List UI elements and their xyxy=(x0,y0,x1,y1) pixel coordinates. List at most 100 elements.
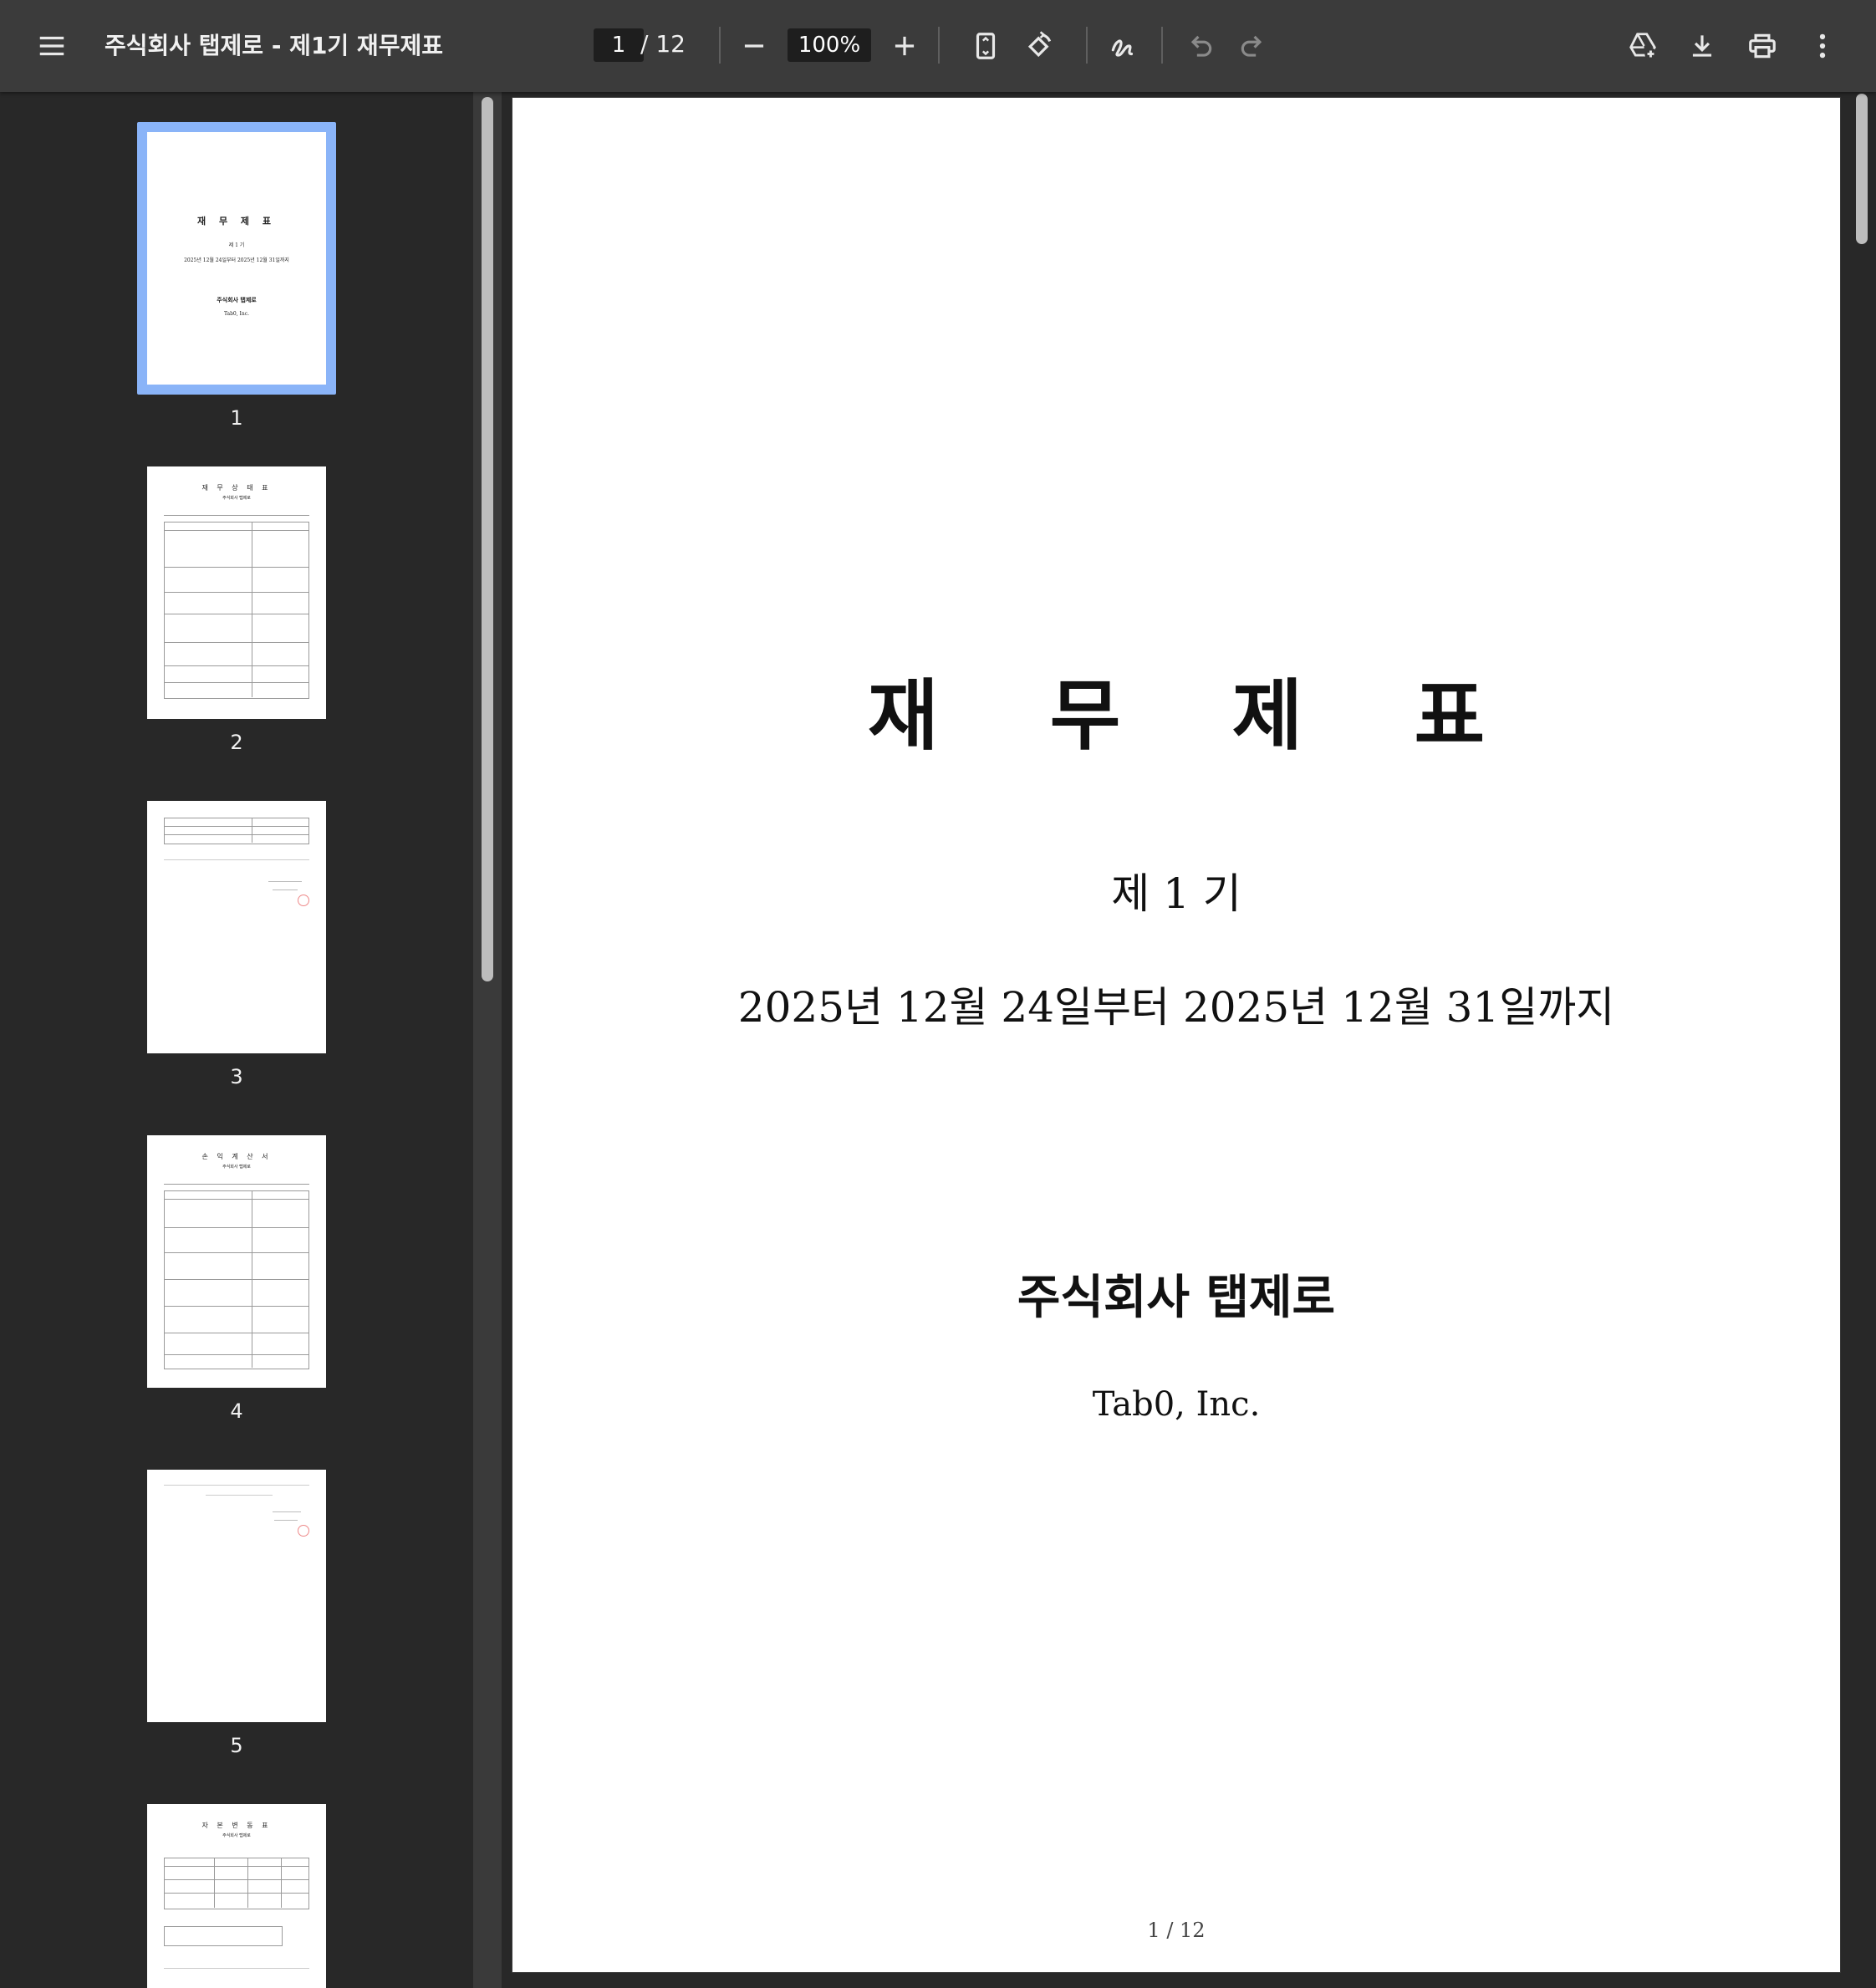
thumb-title: 재 무 상 태 표 xyxy=(201,484,272,492)
thumb-range: 2025년 12월 24일부터 2025년 12월 31일까지 xyxy=(184,257,289,263)
thumbnail-preview: 재 무 상 태 표 주식회사 탭제로 xyxy=(147,466,326,719)
redo-button[interactable] xyxy=(1226,19,1280,73)
download-button[interactable] xyxy=(1675,19,1729,73)
print-icon xyxy=(1749,33,1776,59)
thumb-rule xyxy=(214,1858,215,1908)
thumb-stamp xyxy=(298,895,309,906)
toolbar-divider xyxy=(1086,27,1088,64)
thumb-company: 주식회사 탭제로 xyxy=(222,1833,251,1838)
rotate-button[interactable] xyxy=(1012,19,1066,73)
more-options-button[interactable] xyxy=(1796,19,1849,73)
thumb-title: 손 익 계 산 서 xyxy=(201,1153,272,1160)
thumb-rule xyxy=(164,1968,309,1969)
thumb-table xyxy=(164,1926,283,1946)
add-to-drive-icon xyxy=(1629,33,1657,60)
thumb-rule xyxy=(164,567,309,568)
thumb-rule xyxy=(164,1252,309,1253)
thumbnail-number: 2 xyxy=(230,731,243,754)
print-button[interactable] xyxy=(1736,19,1789,73)
rotate-icon xyxy=(1027,31,1052,58)
sidebar-scrollbar[interactable] xyxy=(473,92,502,1988)
add-to-drive-button[interactable] xyxy=(1616,19,1670,73)
zoom-in-button[interactable] xyxy=(878,19,931,73)
menu-icon[interactable] xyxy=(25,19,79,73)
thumb-rule xyxy=(164,1227,309,1228)
thumbnail-page-2[interactable]: 재 무 상 태 표 주식회사 탭제로 2 xyxy=(147,466,326,754)
viewer-scrollbar[interactable] xyxy=(1848,92,1876,1988)
thumbnail-preview: 자 본 변 동 표 주식회사 탭제로 xyxy=(147,1804,326,1988)
page-total: / 12 xyxy=(640,30,686,58)
thumb-rule xyxy=(281,1858,282,1908)
thumb-rule xyxy=(247,1858,248,1908)
viewer-scroll-thumb[interactable] xyxy=(1856,94,1868,244)
thumbnail-preview xyxy=(147,801,326,1053)
thumbnail-number: 5 xyxy=(230,1734,243,1757)
thumb-table xyxy=(164,522,309,699)
pdf-toolbar: 주식회사 탭제로 - 제1기 재무제표 / 12 100% xyxy=(0,0,1876,92)
zoom-level[interactable]: 100% xyxy=(788,28,871,62)
pdf-page: 재 무 제 표 제 1 기 2025년 12월 24일부터 2025년 12월 … xyxy=(512,97,1841,1973)
download-icon xyxy=(1692,35,1712,57)
thumb-rule xyxy=(164,1199,309,1200)
thumb-rule xyxy=(164,859,309,860)
thumb-title: 자 본 변 동 표 xyxy=(201,1822,272,1829)
fit-page-button[interactable] xyxy=(959,19,1012,73)
thumb-rule xyxy=(164,1306,309,1307)
plus-icon xyxy=(895,36,915,56)
annotate-button[interactable] xyxy=(1097,19,1150,73)
thumb-rule xyxy=(164,826,309,827)
thumb-rule xyxy=(164,665,309,666)
thumbnail-page-3[interactable]: 3 xyxy=(147,801,326,1088)
thumbnail-page-6[interactable]: 자 본 변 동 표 주식회사 탭제로 xyxy=(147,1804,326,1988)
sidebar-scroll-thumb[interactable] xyxy=(482,97,493,981)
thumb-rule xyxy=(164,592,309,593)
thumbnail-page-5[interactable]: 5 xyxy=(147,1470,326,1757)
thumb-rule xyxy=(164,1354,309,1355)
zoom-out-button[interactable] xyxy=(727,19,781,73)
thumb-rule xyxy=(164,682,309,683)
document-viewer: 재 무 제 표 제 1 기 2025년 12월 24일부터 2025년 12월 … xyxy=(502,92,1848,1988)
thumbnail-number: 4 xyxy=(230,1399,243,1423)
thumb-rule xyxy=(274,1520,298,1521)
toolbar-divider xyxy=(938,27,940,64)
redo-icon xyxy=(1241,35,1262,57)
undo-icon xyxy=(1190,35,1212,57)
thumb-rule xyxy=(164,515,309,516)
thumbnail-preview: 손 익 계 산 서 주식회사 탭제로 xyxy=(147,1135,326,1388)
financial-statements-title: 재 무 제 표 xyxy=(867,670,1527,761)
company-english-name: Tab0, Inc. xyxy=(1092,1385,1261,1424)
page-number-input[interactable] xyxy=(594,28,644,62)
date-range: 2025년 12월 24일부터 2025년 12월 31일까지 xyxy=(737,983,1615,1032)
thumb-period: 제 1 기 xyxy=(228,242,245,248)
thumb-title: 재 무 제 표 xyxy=(197,216,276,227)
thumb-rule xyxy=(164,1485,309,1486)
fit-page-icon xyxy=(976,33,996,59)
thumb-table xyxy=(164,1190,309,1369)
thumb-rule xyxy=(164,1279,309,1280)
toolbar-divider xyxy=(719,27,721,64)
thumb-rule xyxy=(164,642,309,643)
fiscal-period: 제 1 기 xyxy=(1111,869,1241,918)
thumb-rule xyxy=(273,1511,301,1512)
thumbnail-page-1[interactable]: 재 무 제 표 제 1 기 2025년 12월 24일부터 2025년 12월 … xyxy=(137,122,336,430)
company-name: 주식회사 탭제로 xyxy=(1017,1270,1336,1325)
thumbnail-page-4[interactable]: 손 익 계 산 서 주식회사 탭제로 4 xyxy=(147,1135,326,1423)
thumb-company: 주식회사 탭제로 xyxy=(217,296,257,303)
thumb-rule xyxy=(164,1184,309,1185)
page-footer: 1 / 12 xyxy=(1147,1919,1206,1942)
thumb-eng: Tab0, Inc. xyxy=(223,311,250,317)
thumb-rule xyxy=(164,1893,309,1894)
draw-icon xyxy=(1111,39,1134,57)
thumbnail-preview xyxy=(147,1470,326,1722)
thumbnail-number: 1 xyxy=(230,406,243,430)
thumb-rule xyxy=(164,530,309,531)
thumb-company: 주식회사 탭제로 xyxy=(222,496,251,501)
thumb-table xyxy=(164,818,309,844)
undo-button[interactable] xyxy=(1173,19,1226,73)
thumbnail-sidebar: 재 무 제 표 제 1 기 2025년 12월 24일부터 2025년 12월 … xyxy=(0,92,473,1988)
thumb-rule xyxy=(164,1866,309,1867)
thumb-company: 주식회사 탭제로 xyxy=(222,1165,251,1170)
toolbar-divider xyxy=(1161,27,1163,64)
thumbnail-number: 3 xyxy=(230,1065,243,1088)
thumb-stamp xyxy=(298,1525,309,1537)
